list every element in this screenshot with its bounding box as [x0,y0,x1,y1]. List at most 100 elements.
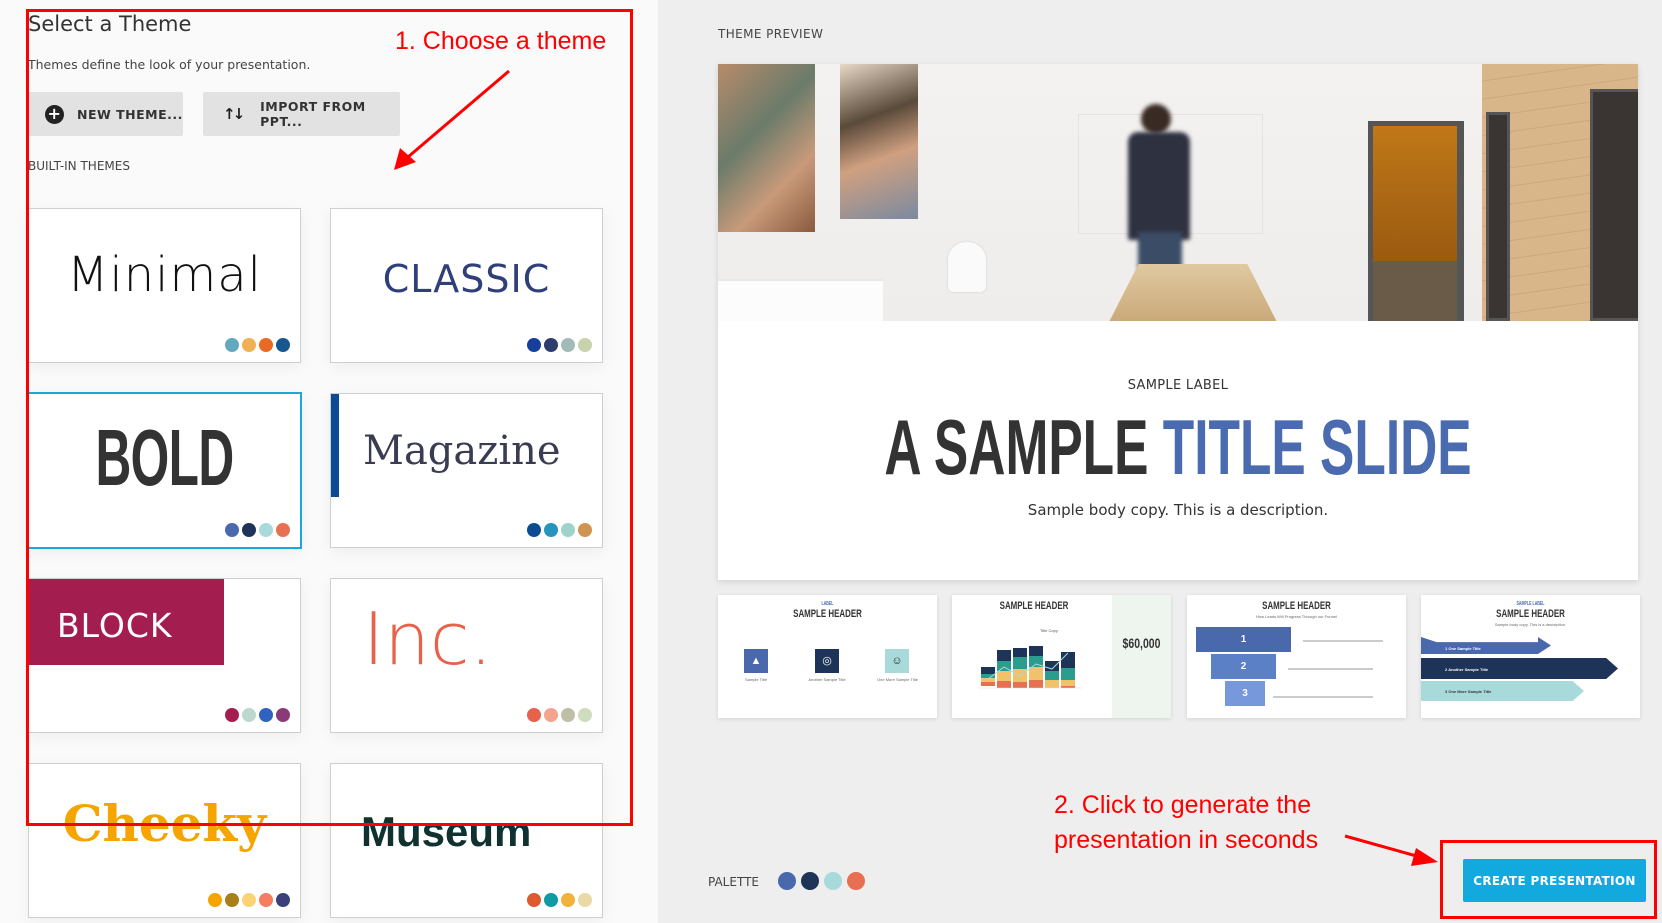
palette-dot [276,893,290,907]
wood-door-2 [1590,89,1638,321]
palette-dot [242,523,256,537]
new-theme-button[interactable]: + NEW THEME... [27,92,183,136]
theme-card-inc[interactable]: Inc. [330,578,603,733]
theme-palette [527,523,592,537]
palette-dot [208,893,222,907]
person-head [1141,104,1171,134]
annotation-step2-line1: 2. Click to generate the [1054,791,1312,819]
new-theme-label: NEW THEME... [77,106,183,122]
funnel-step: 3 [1225,681,1265,706]
palette-dot [242,338,256,352]
thumb-header: SAMPLE HEADER [1496,608,1565,620]
import-from-ppt-button[interactable]: ↑↓ IMPORT FROM PPT... [203,92,400,136]
palette-dot [276,523,290,537]
theme-name: CLASSIC [382,257,551,301]
palette-dot [561,523,575,537]
palette-dot [276,338,290,352]
rocket-icon: ▲ [744,649,768,673]
funnel-step: 1 [1196,627,1291,652]
palette-dot [544,893,558,907]
theme-selector-panel: Select a Theme Themes define the look of… [0,0,658,923]
theme-palette [225,523,290,537]
palette-dot [225,338,239,352]
palette-dot [225,893,239,907]
thumb-stacked-chart [978,646,1082,689]
thumb-subtitle: How Leads Will Progress Through our Funn… [1256,614,1337,619]
thumb-item-title: One More Sample Title [877,677,918,682]
theme-name: BLOCK [57,606,173,645]
palette-dot [578,523,592,537]
built-in-themes-label: BUILT-IN THEMES [28,159,130,173]
chair [948,242,986,292]
panel-title: Select a Theme [28,12,192,36]
thumb-side-panel [1112,595,1171,718]
theme-name: Minimal [66,247,262,303]
import-label: IMPORT FROM PPT... [260,99,366,129]
slide-title: A SAMPLE TITLE SLIDE [874,402,1481,493]
palette-dot [259,523,273,537]
annotation-step1: 1. Choose a theme [395,27,607,55]
bar-feb [997,650,1011,688]
funnel-text-line [1288,668,1373,670]
shelf [718,279,883,321]
doorway-floor [1373,261,1457,321]
palette-dot [778,872,796,890]
theme-name: Magazine [363,428,561,474]
bar-apr [1029,646,1043,688]
palette-dot [561,893,575,907]
theme-card-block[interactable]: BLOCK [28,578,301,733]
palette-dot [847,872,865,890]
theme-card-museum[interactable]: Museum [330,763,603,918]
magazine-accent-bar [331,394,339,497]
theme-card-classic[interactable]: CLASSIC [330,208,603,363]
theme-preview-panel: THEME PREVIEW SAMPLE LABEL A SAMPLE TITL… [658,0,1662,923]
theme-card-minimal[interactable]: Minimal [28,208,301,363]
funnel-step: 2 [1211,654,1276,679]
arrow-shape [1421,637,1551,654]
painting-right [840,64,918,219]
person-body [1128,132,1190,240]
theme-name: BOLD [95,413,234,502]
app-root: Select a Theme Themes define the look of… [0,0,1662,923]
palette-dot [259,893,273,907]
slide-title-accent: TITLE SLIDE [1162,403,1472,491]
palette-dot [242,893,256,907]
palette-dot [578,893,592,907]
theme-card-bold[interactable]: BOLD [27,392,302,549]
theme-palette [208,893,290,907]
thumb-label: LABEL [821,601,834,607]
slide-thumbnail-funnel[interactable]: SAMPLE HEADER How Leads Will Progress Th… [1187,595,1406,718]
palette-dot [527,338,541,352]
theme-name: Museum [361,808,532,855]
slide-thumbnail-arrows[interactable]: SAMPLE LABEL SAMPLE HEADER Sample body c… [1421,595,1640,718]
theme-palette [527,338,592,352]
theme-name: Cheeky [62,794,267,853]
palette-dot [242,708,256,722]
theme-name: Inc. [363,597,493,681]
slide-thumbnail-icons[interactable]: LABEL SAMPLE HEADER ▲ ◎ ☺ Sample Title A… [718,595,937,718]
slide-label: SAMPLE LABEL [1127,378,1229,393]
thumb-label: SAMPLE LABEL [1516,601,1545,607]
palette-dot [527,893,541,907]
arrow-label: 1 One Sample Title [1445,646,1481,651]
thumb-big-number: $60,000 [1122,635,1161,651]
theme-card-cheeky[interactable]: Cheeky [28,763,301,918]
arrow-label: 2 Another Sample Title [1445,667,1489,672]
slide-body: Sample body copy. This is a description. [1027,501,1329,519]
theme-palette [527,893,592,907]
office-photo [718,64,1638,321]
create-presentation-button[interactable]: CREATE PRESENTATION [1463,859,1646,902]
slide-thumbnail-chart[interactable]: SAMPLE HEADER $60,000 Title Copy [952,595,1171,718]
palette-dot [527,708,541,722]
thumb-header: SAMPLE HEADER [1262,600,1331,612]
thumb-subtitle: Sample body copy. This is a description. [1494,622,1567,627]
palette-dot [801,872,819,890]
theme-palette [225,708,290,722]
theme-card-magazine[interactable]: Magazine [330,393,603,548]
slide-title-main: A SAMPLE [884,403,1163,491]
funnel-text-line [1303,640,1383,642]
table [1108,264,1278,321]
palette-dot [578,338,592,352]
doorway-orange [1373,126,1457,261]
palette-dot [259,708,273,722]
